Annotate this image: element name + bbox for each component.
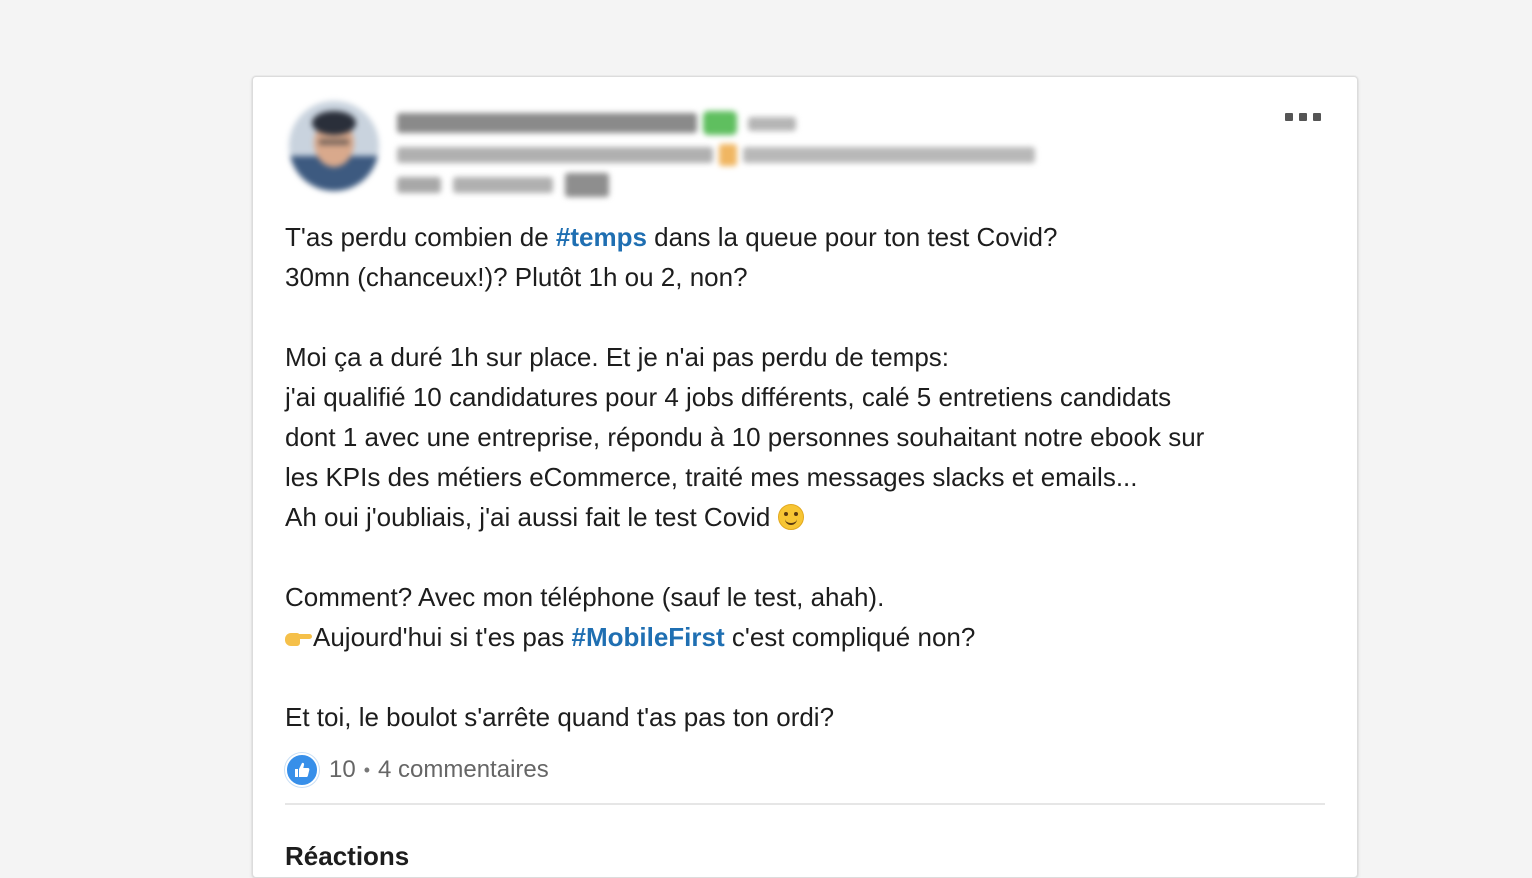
post-card: T'as perdu combien de #temps dans la que…: [252, 76, 1358, 878]
post-time-redacted: [397, 177, 441, 193]
post-text-line: Moi ça a duré 1h sur place. Et je n'ai p…: [285, 342, 950, 372]
backhand-index-pointing-right-icon: [285, 629, 313, 647]
post-text-line: dans la queue pour ton test Covid?: [646, 222, 1058, 252]
author-avatar[interactable]: [289, 101, 379, 191]
author-badge-redacted: [703, 111, 737, 135]
post-text-line: 30mn (chanceux!)? Plutôt 1h ou 2, non?: [285, 262, 748, 292]
hashtag-mobilefirst-link[interactable]: #MobileFirst: [572, 622, 725, 652]
more-options-button[interactable]: [1279, 103, 1327, 131]
thumbs-up-icon[interactable]: [285, 753, 319, 787]
comments-count-link[interactable]: 4 commentaires: [378, 756, 549, 784]
post-text-line: dont 1 avec une entreprise, répondu à 10…: [285, 422, 1205, 452]
smiling-face-icon: [777, 504, 804, 530]
post-text-line: j'ai qualifié 10 candidatures pour 4 job…: [285, 382, 1172, 412]
post-text-line: les KPIs des métiers eCommerce, traité m…: [285, 462, 1138, 492]
hashtag-temps-link[interactable]: #temps: [556, 222, 647, 252]
headline-emoji-redacted: [719, 144, 737, 166]
author-headline-rest-redacted: [743, 147, 1035, 163]
post-text-line: Et toi, le boulot s'arrête quand t'as pa…: [285, 702, 835, 732]
post-edited-redacted: [453, 177, 553, 193]
separator-dot: •: [363, 759, 371, 780]
more-horizontal-icon: [1285, 113, 1293, 121]
reactions-count[interactable]: 10: [329, 756, 356, 784]
post-text-line: Comment? Avec mon téléphone (sauf le tes…: [285, 582, 885, 612]
connection-degree-redacted: [748, 117, 796, 131]
visibility-icon-redacted: [565, 173, 609, 197]
reactions-heading: Réactions: [285, 841, 410, 871]
social-counts: 10 • 4 commentaires: [285, 753, 549, 787]
post-text-line: Ah oui j'oubliais, j'ai aussi fait le te…: [285, 502, 778, 532]
post-text-line: T'as perdu combien de: [285, 222, 556, 252]
post-text-line: Aujourd'hui si t'es pas: [313, 622, 572, 652]
author-headline-redacted: [397, 147, 713, 163]
author-name-redacted[interactable]: [397, 113, 697, 133]
post-text-line: c'est compliqué non?: [724, 622, 976, 652]
post-body: T'as perdu combien de #temps dans la que…: [285, 217, 1335, 737]
section-divider: [285, 803, 1325, 805]
